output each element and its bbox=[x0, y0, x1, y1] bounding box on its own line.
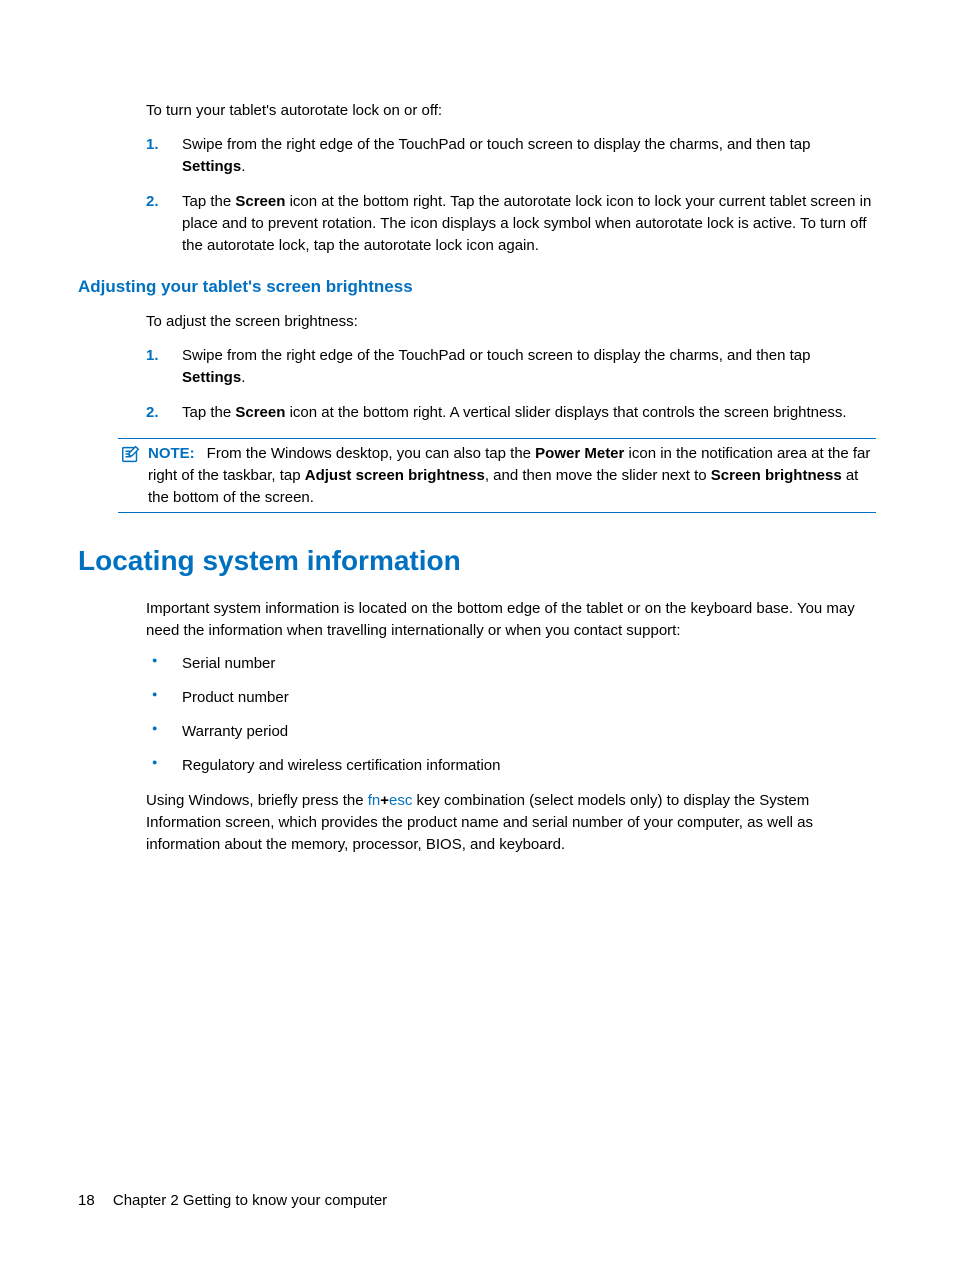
note-label: NOTE: bbox=[148, 445, 195, 462]
info-bullets: Serial number Product number Warranty pe… bbox=[146, 653, 876, 776]
list-item: Warranty period bbox=[146, 721, 876, 743]
keycombo-para: Using Windows, briefly press the fn+esc … bbox=[146, 790, 876, 855]
step-number: 2. bbox=[146, 402, 159, 424]
intro-brightness: To adjust the screen brightness: bbox=[146, 311, 876, 333]
step-text: Tap the Screen icon at the bottom right.… bbox=[182, 193, 871, 254]
list-item: Regulatory and wireless certification in… bbox=[146, 755, 876, 777]
list-item: 1. Swipe from the right edge of the Touc… bbox=[146, 345, 876, 389]
note-icon bbox=[120, 443, 142, 465]
page-footer: 18 Chapter 2 Getting to know your comput… bbox=[78, 1190, 387, 1212]
list-item: 2. Tap the Screen icon at the bottom rig… bbox=[146, 191, 876, 256]
heading-locating: Locating system information bbox=[78, 541, 876, 582]
autorotate-steps: 1. Swipe from the right edge of the Touc… bbox=[146, 134, 876, 257]
list-item: 2. Tap the Screen icon at the bottom rig… bbox=[146, 402, 876, 424]
note-body: NOTE:From the Windows desktop, you can a… bbox=[118, 443, 876, 508]
list-item: Product number bbox=[146, 687, 876, 709]
locating-para: Important system information is located … bbox=[146, 598, 876, 642]
step-text: Swipe from the right edge of the TouchPa… bbox=[182, 136, 810, 175]
fn-key: fn bbox=[368, 792, 381, 809]
list-item: 1. Swipe from the right edge of the Touc… bbox=[146, 134, 876, 178]
esc-key: esc bbox=[389, 792, 412, 809]
brightness-steps: 1. Swipe from the right edge of the Touc… bbox=[146, 345, 876, 424]
step-text: Tap the Screen icon at the bottom right.… bbox=[182, 404, 847, 421]
list-item: Serial number bbox=[146, 653, 876, 675]
intro-autorotate: To turn your tablet's autorotate lock on… bbox=[146, 100, 876, 122]
note-box: NOTE:From the Windows desktop, you can a… bbox=[118, 438, 876, 513]
step-number: 1. bbox=[146, 134, 159, 156]
heading-brightness: Adjusting your tablet's screen brightnes… bbox=[78, 275, 876, 300]
page-number: 18 bbox=[78, 1192, 95, 1209]
step-number: 2. bbox=[146, 191, 159, 213]
chapter-label: Chapter 2 Getting to know your computer bbox=[113, 1192, 387, 1209]
step-text: Swipe from the right edge of the TouchPa… bbox=[182, 347, 810, 386]
step-number: 1. bbox=[146, 345, 159, 367]
